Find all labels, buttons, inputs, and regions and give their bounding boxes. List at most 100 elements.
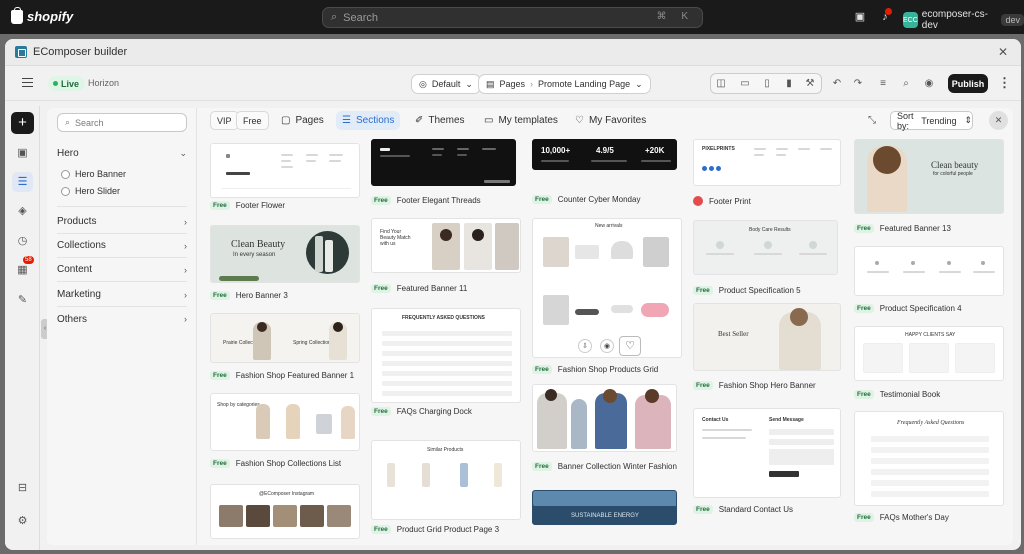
subcategory-hero-slider[interactable]: Hero Slider: [61, 184, 120, 198]
status-label: Live: [61, 78, 80, 89]
settings-sliders-icon[interactable]: ≡: [875, 76, 891, 92]
free-badge: Free: [210, 459, 230, 468]
apps-icon[interactable]: ▦: [15, 263, 30, 278]
category-collections[interactable]: Collections ›: [57, 234, 187, 258]
shopify-logo[interactable]: shopify: [11, 6, 74, 24]
gear-icon[interactable]: ⚙: [15, 514, 30, 529]
template-card[interactable]: Free Banner Collection Winter Fashion: [532, 384, 682, 479]
template-name: Fashion Shop Featured Banner 1: [235, 371, 355, 380]
tab-my-templates[interactable]: ▭ My templates: [478, 111, 564, 130]
tab-free[interactable]: Free: [236, 111, 269, 130]
thumb-text: New arrivals: [595, 223, 623, 229]
category-hero[interactable]: Hero ⌄: [57, 141, 187, 165]
magic-icon[interactable]: ⚒: [802, 76, 818, 92]
template-card[interactable]: Body Care Results Free Product Specifica…: [693, 220, 843, 300]
library-search-input[interactable]: ⌕ Search: [57, 113, 187, 132]
template-card[interactable]: Frequently Asked Questions Free FAQs Mot…: [854, 411, 1004, 526]
template-card[interactable]: Find Your Beauty Match with us Free Feat…: [371, 218, 521, 303]
template-card[interactable]: @EComposer Instagram: [210, 484, 360, 544]
thumb-text: Body Care Results: [749, 227, 791, 233]
shrink-icon[interactable]: ⤡: [865, 114, 879, 128]
layout-select[interactable]: ◎ Default ⌄: [411, 74, 481, 94]
free-badge: Free: [693, 286, 713, 295]
radio[interactable]: [61, 169, 70, 179]
redo-icon[interactable]: ↷: [850, 76, 866, 92]
template-card[interactable]: Free Product Specification 4: [854, 246, 1004, 321]
page-select[interactable]: ▤ Pages › Promote Landing Page ⌄: [478, 74, 651, 94]
template-name: FAQs Mother's Day: [879, 513, 949, 522]
preview-eye-icon[interactable]: ◉: [600, 339, 614, 353]
template-card[interactable]: FREQUENTLY ASKED QUESTIONS Free FAQs Cha…: [371, 308, 521, 423]
tab-pages[interactable]: ▢ Pages: [275, 111, 330, 130]
template-name: Banner Collection Winter Fashion: [557, 462, 677, 471]
radio[interactable]: [61, 186, 70, 196]
store-icon[interactable]: ▣: [852, 9, 868, 25]
template-card[interactable]: Free Footer Elegant Threads: [371, 139, 521, 209]
thumb-text: Similar Products: [427, 447, 464, 453]
template-label: Free Featured Banner 11: [371, 284, 467, 293]
chevron-right-icon: ›: [184, 264, 187, 275]
tools-icon[interactable]: ✎: [15, 293, 30, 308]
template-card[interactable]: Best Seller Free Fashion Shop Hero Banne…: [693, 303, 843, 393]
theme-name: Horizon: [88, 78, 120, 88]
template-label: Free Fashion Shop Hero Banner: [693, 381, 816, 390]
template-card[interactable]: HAPPY CLIENTS SAY Free Testimonial Book: [854, 326, 1004, 406]
template-label: Free Featured Banner 13: [854, 224, 951, 233]
sidebar-toggle-icon[interactable]: ◫: [713, 76, 729, 92]
favorite-heart-icon[interactable]: ♡: [619, 336, 641, 356]
breadcrumb-separator: ›: [530, 79, 534, 89]
publish-button[interactable]: Publish: [948, 74, 988, 93]
thumb-text: Contact Us: [702, 417, 729, 423]
thumb-text: Send Message: [769, 417, 804, 423]
category-products[interactable]: Products ›: [57, 210, 187, 234]
category-label: Collections: [57, 240, 106, 251]
layers-icon[interactable]: ◈: [15, 204, 30, 219]
template-card[interactable]: Free Footer Flower: [210, 143, 360, 213]
category-marketing[interactable]: Marketing ›: [57, 283, 187, 307]
search-icon[interactable]: ⌕: [898, 76, 914, 92]
add-icon[interactable]: +: [11, 112, 34, 134]
tab-my-favorites[interactable]: ♡ My Favorites: [569, 111, 652, 130]
menu-icon[interactable]: [22, 78, 33, 87]
sort-select[interactable]: Sort by: Trending ⇕: [890, 111, 973, 131]
more-icon[interactable]: ⋮: [998, 75, 1011, 91]
layout-icon[interactable]: ▣: [15, 146, 30, 161]
sections-icon[interactable]: ☰: [12, 172, 33, 192]
template-thumbnail: Contact Us Send Message: [693, 408, 841, 498]
preview-eye-icon[interactable]: ◉: [921, 76, 937, 92]
template-card[interactable]: Clean Beauty In every season Free Hero B…: [210, 225, 360, 305]
thumb-heading: Best Seller: [718, 330, 749, 338]
undo-icon[interactable]: ↶: [829, 76, 845, 92]
shopify-wordmark: shopify: [27, 9, 74, 24]
account-menu[interactable]: ECC ecomposer-cs-dev dev: [903, 9, 1024, 31]
template-card[interactable]: Similar Products Free Product Grid Produ…: [371, 440, 521, 545]
category-label: Products: [57, 216, 97, 227]
category-others[interactable]: Others ›: [57, 307, 187, 331]
thumb-stat: 10,000+: [541, 146, 571, 155]
subcategory-hero-banner[interactable]: Hero Banner: [61, 167, 126, 181]
mobile-icon[interactable]: ▮: [781, 76, 797, 92]
category-content[interactable]: Content ›: [57, 258, 187, 282]
template-card[interactable]: Contact Us Send Message Free Standard Co…: [693, 408, 843, 523]
template-card[interactable]: New arrivals ⇩ ◉ ♡ Free Fashion Shop Pro…: [532, 218, 682, 378]
tab-sections[interactable]: ☰ Sections: [336, 111, 401, 130]
tab-vip[interactable]: VIP: [210, 111, 239, 130]
shopify-search-input[interactable]: ⌕ Search ⌘ K: [322, 7, 703, 28]
tablet-icon[interactable]: ▯: [759, 76, 775, 92]
close-icon[interactable]: ✕: [997, 46, 1009, 58]
search-placeholder: Search: [343, 11, 379, 24]
store-icon[interactable]: ⊟: [15, 481, 30, 496]
history-icon[interactable]: ◷: [15, 234, 30, 249]
desktop-icon[interactable]: ▭: [737, 76, 753, 92]
template-card[interactable]: Shop by categories Free Fashion Shop Col…: [210, 393, 360, 473]
template-card[interactable]: PIXELPRINTS Footer Print: [693, 139, 843, 209]
template-card[interactable]: SUSTAINABLE ENERGY: [532, 490, 682, 545]
free-badge: Free: [371, 407, 391, 416]
template-card[interactable]: 10,000+ 4.9/5 +20K Free Counter Cyber Mo…: [532, 139, 682, 209]
template-card[interactable]: Prairie Collection Spring Collection Fre…: [210, 313, 360, 388]
template-card[interactable]: Clean beauty for colorful people Free Fe…: [854, 139, 1004, 239]
tab-themes[interactable]: ✐ Themes: [409, 111, 471, 130]
download-icon[interactable]: ⇩: [578, 339, 592, 353]
close-icon[interactable]: ✕: [989, 111, 1008, 130]
template-thumbnail: Best Seller: [693, 303, 841, 371]
